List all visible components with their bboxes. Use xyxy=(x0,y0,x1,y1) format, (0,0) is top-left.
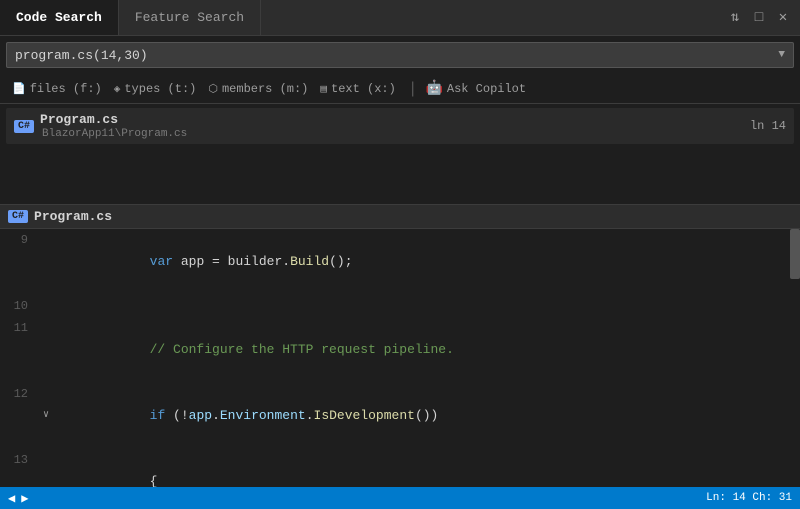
code-panel-badge: C# xyxy=(8,210,28,223)
line-num-13: 13 xyxy=(0,449,36,491)
scrollbar-vertical[interactable] xyxy=(790,229,800,491)
gutter-13 xyxy=(36,449,56,491)
file-result[interactable]: C# Program.cs BlazorApp11\Program.cs ln … xyxy=(6,108,794,144)
close-icon[interactable]: ✕ xyxy=(774,9,792,26)
code-panel-header: C# Program.cs xyxy=(0,205,800,229)
copilot-icon: 🤖 xyxy=(425,80,442,97)
file-name: Program.cs xyxy=(40,112,187,127)
code-panel: C# Program.cs 9 var app = builder.Build(… xyxy=(0,204,800,491)
code-line-9: 9 var app = builder.Build(); xyxy=(0,229,800,295)
maximize-icon[interactable]: □ xyxy=(750,10,768,26)
filter-files-label: files (f:) xyxy=(30,82,102,96)
status-line-col: Ln: 14 Ch: 31 xyxy=(706,492,792,504)
filter-tabs: 📄 files (f:) ◈ types (t:) ⬡ members (m:)… xyxy=(0,74,800,104)
code-line-10: 10 xyxy=(0,295,800,317)
files-icon: 📄 xyxy=(12,82,26,96)
gutter-11 xyxy=(36,317,56,383)
members-icon: ⬡ xyxy=(208,82,218,96)
code-panel-filename: Program.cs xyxy=(34,209,112,224)
file-path: BlazorApp11\Program.cs xyxy=(40,128,187,140)
status-nav: ◀ ▶ xyxy=(8,491,28,506)
cs-badge: C# xyxy=(14,120,34,133)
filter-text[interactable]: ▤ text (x:) xyxy=(316,82,399,96)
line-num-12: 12 xyxy=(0,383,36,449)
file-line-info: ln 14 xyxy=(750,119,786,133)
gutter-12: ∨ xyxy=(36,383,56,449)
filter-divider: | xyxy=(408,80,418,98)
filter-files[interactable]: 📄 files (f:) xyxy=(8,82,106,96)
code-line-12: 12 ∨ if (!app.Environment.IsDevelopment(… xyxy=(0,383,800,449)
status-bar: ◀ ▶ Ln: 14 Ch: 31 xyxy=(0,487,800,509)
search-input-value: program.cs(14,30) xyxy=(15,48,778,63)
filter-types[interactable]: ◈ types (t:) xyxy=(110,82,201,96)
title-bar-icons: ⇅ □ ✕ xyxy=(726,9,800,26)
gutter-9 xyxy=(36,229,56,295)
gutter-10 xyxy=(36,295,56,317)
search-dropdown-icon[interactable]: ▼ xyxy=(778,49,785,61)
code-area[interactable]: 9 var app = builder.Build(); 10 11 // Co… xyxy=(0,229,800,491)
ask-copilot-label: Ask Copilot xyxy=(447,82,526,96)
text-icon: ▤ xyxy=(320,82,327,96)
nav-left-icon[interactable]: ◀ xyxy=(8,491,15,506)
code-content-11: // Configure the HTTP request pipeline. xyxy=(56,317,800,383)
code-line-13: 13 { xyxy=(0,449,800,491)
filter-types-label: types (t:) xyxy=(124,82,196,96)
line-num-11: 11 xyxy=(0,317,36,383)
line-num-9: 9 xyxy=(0,229,36,295)
tab-feature-search[interactable]: Feature Search xyxy=(119,0,261,35)
code-line-11: 11 // Configure the HTTP request pipelin… xyxy=(0,317,800,383)
scrollbar-thumb[interactable] xyxy=(790,229,800,279)
code-content-9: var app = builder.Build(); xyxy=(56,229,800,295)
code-content-10 xyxy=(56,295,800,317)
types-icon: ◈ xyxy=(114,82,121,96)
code-content-13: { xyxy=(56,449,800,491)
tab-code-search[interactable]: Code Search xyxy=(0,0,119,35)
ask-copilot-button[interactable]: 🤖 Ask Copilot xyxy=(425,80,526,97)
filter-members[interactable]: ⬡ members (m:) xyxy=(204,82,312,96)
file-result-info: C# Program.cs BlazorApp11\Program.cs xyxy=(14,112,187,140)
filter-text-label: text (x:) xyxy=(331,82,396,96)
nav-right-icon[interactable]: ▶ xyxy=(21,491,28,506)
search-bar[interactable]: program.cs(14,30) ▼ xyxy=(6,42,794,68)
pin-icon[interactable]: ⇅ xyxy=(726,9,744,26)
code-content-12: if (!app.Environment.IsDevelopment()) xyxy=(56,383,800,449)
line-num-10: 10 xyxy=(0,295,36,317)
title-bar: Code Search Feature Search ⇅ □ ✕ xyxy=(0,0,800,36)
filter-members-label: members (m:) xyxy=(222,82,308,96)
